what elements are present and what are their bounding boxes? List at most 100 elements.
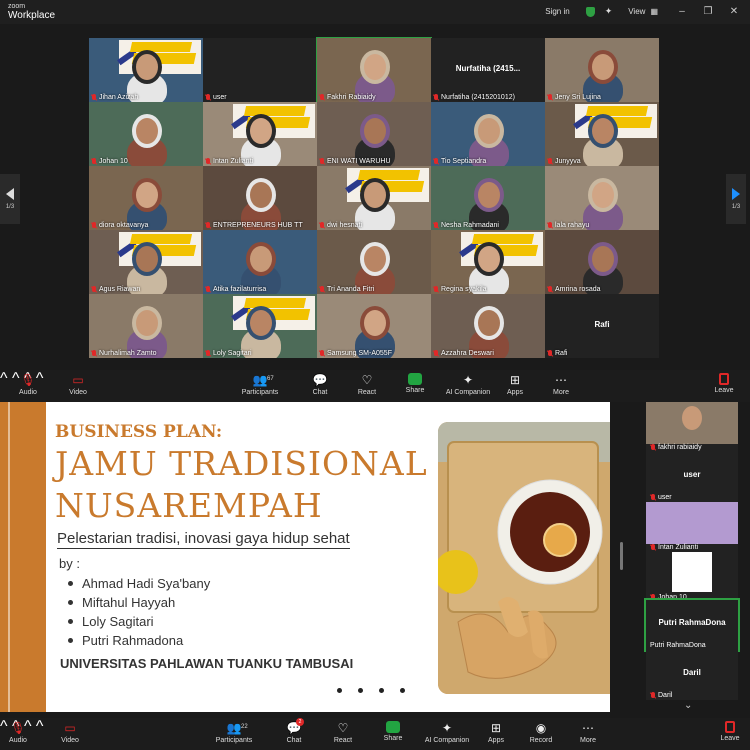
view-button[interactable]: View ▦ [622, 5, 664, 18]
participant-tile[interactable]: Agus Riawan [89, 230, 203, 294]
participant-tile[interactable]: Rafi Rafi [545, 294, 659, 358]
participant-name: ENTREPRENEURS HUB TT [213, 222, 303, 229]
video-button[interactable]: ▭ Video [56, 373, 100, 396]
security-shield-icon[interactable] [585, 6, 595, 17]
audio-label: Audio [19, 389, 37, 396]
close-icon[interactable]: ✕ [726, 6, 742, 17]
slide-tagline: Pelestarian tradisi, inovasi gaya hidup … [57, 530, 350, 549]
sign-in-button[interactable]: Sign in [539, 5, 575, 18]
participant-name: Amrina rosada [555, 286, 601, 293]
gallery-prev-button[interactable]: 1/3 [0, 174, 20, 224]
video-label: Video [69, 389, 87, 396]
mic-muted-icon [319, 158, 325, 165]
participant-tile[interactable]: dwi hesnati [317, 166, 431, 230]
participant-tile[interactable]: Regina syakila [431, 230, 545, 294]
participant-name: Agus Riawan [99, 286, 141, 293]
scroll-down-chevron-icon[interactable]: ⌄ [684, 700, 692, 711]
mic-muted-icon [91, 158, 97, 165]
participant-tile[interactable]: Samsung SM-A055F [317, 294, 431, 358]
share-label: Share [405, 387, 425, 394]
participant-tile[interactable]: Loly Sagitari [203, 294, 317, 358]
participant-tile[interactable]: ENI WATI WARUHU [317, 102, 431, 166]
participant-tile[interactable]: lala rahayu [545, 166, 659, 230]
participant-name-label: Johan 10 [91, 158, 128, 165]
side-participant-tile[interactable]: fakhri rabiaidy [646, 402, 738, 452]
minimize-icon[interactable]: – [674, 6, 690, 17]
gallery-next-button[interactable]: 1/3 [726, 174, 746, 224]
participant-name: Intan Zulianti [658, 544, 699, 551]
participant-name-label: Intan Zulianti [205, 158, 253, 165]
more-button[interactable]: ⋯ More [539, 373, 583, 396]
react-button[interactable]: ♡ React [345, 373, 389, 396]
chat-label: Chat [286, 737, 302, 744]
grid-icon: ▦ [650, 7, 658, 16]
participants-button[interactable]: 👥 67 Participants [238, 373, 282, 396]
participant-tile[interactable]: Junyyva [545, 102, 659, 166]
participant-tile[interactable]: user [203, 38, 317, 102]
participants-label: Participants [215, 737, 253, 744]
ai-companion-button[interactable]: ✦ AI Companion [440, 373, 496, 396]
apps-label: Apps [507, 389, 523, 396]
mic-muted-icon [205, 94, 211, 101]
apps-button[interactable]: ⊞ Apps [493, 373, 537, 396]
maximize-icon[interactable]: ❐ [700, 6, 716, 17]
chat-button[interactable]: 💬 Chat [298, 373, 342, 396]
side-participant-tile[interactable]: user user [646, 452, 738, 502]
participant-name: ENI WATI WARUHU [327, 158, 391, 165]
participant-tile[interactable]: diora oktavanya [89, 166, 203, 230]
react-button[interactable]: ♡ React [321, 721, 365, 744]
video-button[interactable]: ▭ Video [48, 721, 92, 744]
participants-button[interactable]: 👥 22 Participants [210, 721, 258, 744]
participant-tile[interactable]: Amrina rosada [545, 230, 659, 294]
side-participant-tile[interactable]: Daril Daril [646, 650, 738, 700]
side-participant-tile[interactable]: Johan 10 [646, 552, 738, 602]
participant-name-label: Loly Sagitari [205, 350, 252, 357]
leave-button[interactable]: Leave [712, 721, 748, 742]
chat-button[interactable]: 💬 2 Chat [272, 718, 316, 744]
participant-tile[interactable]: Fakhri Rabiaidy [316, 37, 432, 103]
leave-icon [725, 721, 735, 733]
side-participant-tile[interactable]: Putri RahmaDona Putri RahmaDona [644, 598, 740, 652]
participants-icon: 👥 67 [252, 373, 274, 387]
participant-tile[interactable]: Azzahra Deswari [431, 294, 545, 358]
slide-accent-bar [0, 402, 46, 712]
mic-muted-icon [547, 158, 553, 165]
participant-tile[interactable]: ENTREPRENEURS HUB TT [203, 166, 317, 230]
participant-tile[interactable]: Tri Ananda Fitri [317, 230, 431, 294]
participant-name: Daril [658, 692, 673, 699]
participant-tile[interactable]: Nesha Rahmadani [431, 166, 545, 230]
participant-tile[interactable]: Atika fazilaturrisa [203, 230, 317, 294]
more-button[interactable]: ⋯ More [566, 721, 610, 744]
leave-button[interactable]: Leave [702, 373, 746, 394]
page-indicator: 1/3 [5, 204, 15, 210]
share-button[interactable]: Share [371, 721, 415, 742]
participant-tile[interactable]: Tio Septiandra [431, 102, 545, 166]
participant-tile[interactable]: Johan 10 [89, 102, 203, 166]
audio-button[interactable]: 🎙 Audio [0, 721, 40, 744]
participant-face [364, 246, 386, 272]
participant-tile[interactable]: Intan Zulianti [203, 102, 317, 166]
participant-tile[interactable]: Nurhalimah Zamto [89, 294, 203, 358]
decorative-dots [337, 688, 405, 693]
participant-name-label: Samsung SM-A055F [319, 350, 392, 357]
audio-button[interactable]: 🎙 Audio [6, 373, 50, 396]
participant-display-name: user [683, 470, 701, 479]
participant-tile[interactable]: Nurfatiha (2415... Nurfatiha (2415201012) [431, 38, 545, 102]
participant-name: Nurfatiha (2415201012) [441, 94, 515, 101]
apps-button[interactable]: ⊞ Apps [474, 721, 518, 744]
participant-face [592, 182, 614, 208]
chat-unread-badge: 2 [296, 718, 304, 726]
side-participant-tile[interactable]: Intan Zulianti [646, 502, 738, 552]
participant-tile[interactable]: Jeny Sri Lujina [545, 38, 659, 102]
sparkle-icon[interactable]: ✦ [605, 6, 613, 17]
share-button[interactable]: Share [393, 373, 437, 394]
participants-icon: 👥 22 [226, 721, 248, 735]
event-banner [573, 104, 657, 138]
participant-name-label: Tio Septiandra [433, 158, 486, 165]
participant-name: Loly Sagitari [213, 350, 252, 357]
ai-companion-button[interactable]: ✦ AI Companion [418, 721, 476, 744]
participant-tile[interactable]: Jihan Azizah [89, 38, 203, 102]
share-scrollbar[interactable] [620, 542, 623, 570]
participant-name-label: Nesha Rahmadani [433, 222, 499, 229]
record-button[interactable]: ◉ Record [519, 721, 563, 744]
